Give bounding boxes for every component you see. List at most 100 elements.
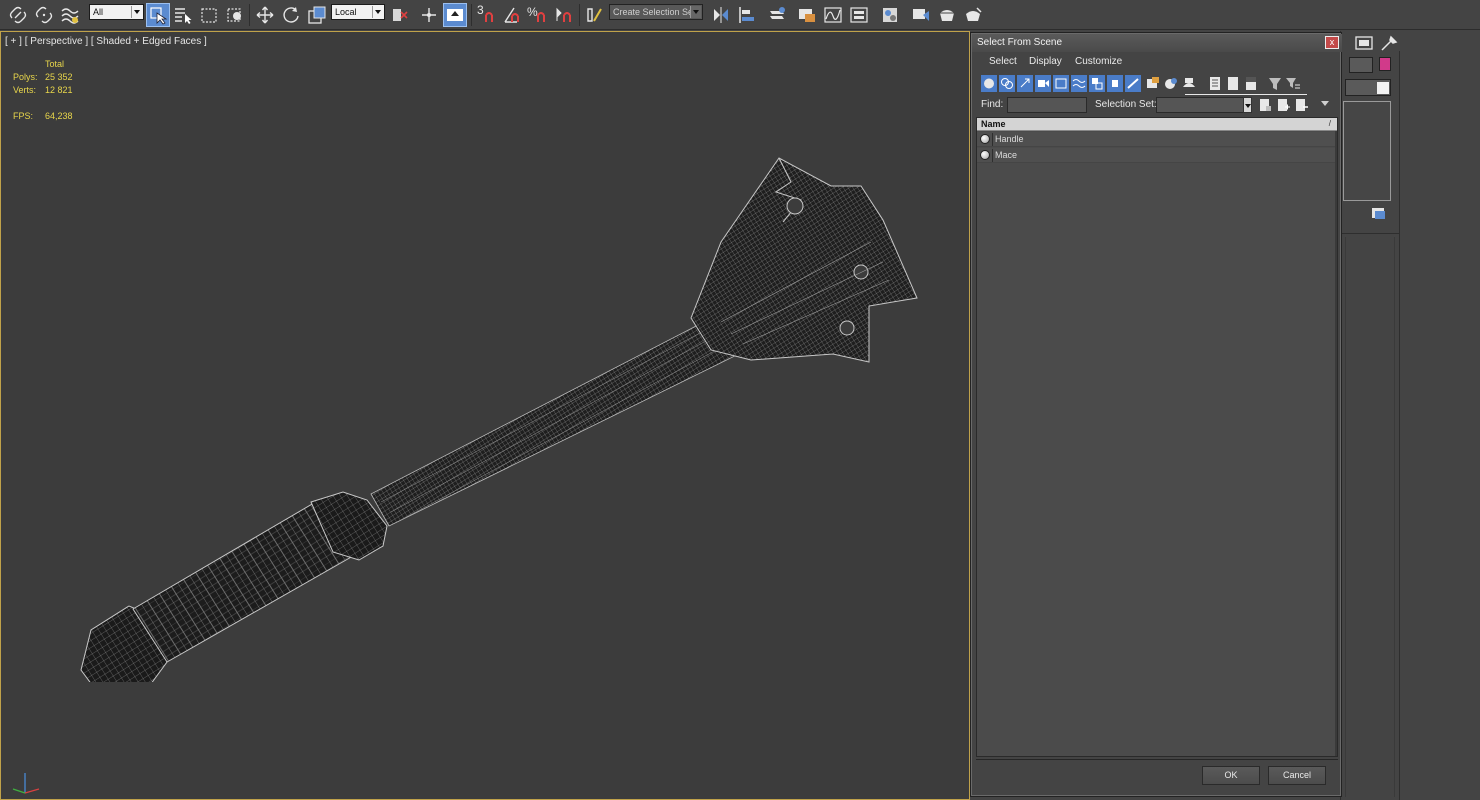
stats-polys-value: 25 352 [45, 72, 73, 82]
unlink-selection-icon[interactable] [32, 3, 56, 27]
list-item-label: Handle [995, 134, 1024, 144]
select-and-link-icon[interactable] [6, 3, 30, 27]
display-frozen-icon[interactable] [1163, 75, 1179, 92]
display-panel-icon[interactable] [1354, 34, 1376, 52]
display-cameras-icon[interactable] [1035, 75, 1051, 92]
percent-snap-toggle-icon[interactable]: % [526, 3, 550, 27]
list-scrollbar[interactable] [1335, 131, 1337, 756]
modifier-stack-box[interactable] [1343, 101, 1391, 201]
mirror-icon[interactable] [709, 3, 733, 27]
rendered-frame-window-icon[interactable] [935, 3, 959, 27]
toolbar-divider [249, 4, 250, 26]
utilities-panel-icon[interactable] [1379, 34, 1401, 52]
display-helpers-icon[interactable] [1053, 75, 1069, 92]
select-from-scene-dialog: Select From Scene x Select Display Custo… [970, 32, 1342, 797]
display-bones-icon[interactable] [1125, 75, 1141, 92]
menu-display[interactable]: Display [1029, 56, 1062, 67]
material-editor-icon[interactable] [879, 3, 903, 27]
add-to-selection-set-icon[interactable] [1275, 97, 1291, 114]
percent-snap-label: % [527, 5, 538, 19]
named-selection-set-dropdown[interactable]: Create Selection Se [609, 4, 703, 20]
list-column-header[interactable]: Name / [977, 118, 1337, 131]
display-invert-icon[interactable] [1243, 75, 1259, 92]
menu-customize[interactable]: Customize [1075, 56, 1122, 67]
display-lights-icon[interactable] [1017, 75, 1033, 92]
display-groups-icon[interactable] [1089, 75, 1105, 92]
remove-from-selection-set-icon[interactable] [1293, 97, 1309, 114]
align-icon[interactable] [735, 3, 759, 27]
stats-fps-label: FPS: [13, 111, 34, 121]
chevron-down-icon [131, 6, 142, 18]
viewport-label[interactable]: [ + ] [ Perspective ] [ Shaded + Edged F… [5, 36, 207, 47]
display-xrefs-icon[interactable] [1107, 75, 1123, 92]
ok-button[interactable]: OK [1202, 766, 1260, 785]
display-containers-icon[interactable] [1145, 75, 1161, 92]
cancel-button[interactable]: Cancel [1268, 766, 1326, 785]
stats-polys-label: Polys: [13, 72, 38, 82]
select-and-manipulate-icon[interactable] [417, 3, 441, 27]
configure-modifier-sets-icon[interactable] [1371, 207, 1387, 221]
toggle-scene-explorer-icon[interactable] [765, 3, 789, 27]
angle-snap-toggle-icon[interactable] [500, 3, 524, 27]
toolbar-divider [471, 4, 472, 26]
perspective-viewport[interactable]: [ + ] [ Perspective ] [ Shaded + Edged F… [0, 31, 970, 800]
snaps-toggle-icon[interactable]: 3 [475, 3, 499, 27]
sort-indicator-icon: / [1328, 119, 1331, 128]
list-item-mace[interactable]: Mace [977, 148, 1337, 163]
select-and-move-icon[interactable] [253, 3, 277, 27]
menu-select[interactable]: Select [989, 56, 1017, 67]
rectangular-selection-icon[interactable] [197, 3, 221, 27]
mace-shaft [370, 307, 752, 527]
display-hidden-icon[interactable] [1181, 75, 1197, 92]
close-icon[interactable]: x [1325, 36, 1339, 49]
list-item-handle[interactable]: Handle [977, 132, 1337, 147]
display-none-icon[interactable] [1225, 75, 1241, 92]
render-production-icon[interactable] [961, 3, 985, 27]
find-input[interactable] [1007, 97, 1087, 113]
column-header-name[interactable]: Name [981, 119, 1006, 129]
geometry-object-icon [980, 150, 990, 160]
selection-filter-value: All [93, 7, 104, 17]
select-and-rotate-icon[interactable] [279, 3, 303, 27]
expand-arrow-icon[interactable] [1321, 101, 1329, 106]
select-by-name-icon[interactable] [171, 3, 195, 27]
command-panel [1340, 31, 1480, 800]
stats-fps-value: 64,238 [45, 111, 73, 121]
edit-named-selection-sets-icon[interactable] [582, 3, 606, 27]
dialog-titlebar[interactable]: Select From Scene x [972, 34, 1342, 52]
toggle-layer-explorer-icon[interactable] [795, 3, 819, 27]
use-pivot-point-center-icon[interactable] [388, 3, 412, 27]
display-shapes-icon[interactable] [999, 75, 1015, 92]
filter-settings-icon[interactable] [1285, 75, 1301, 92]
filter-icon[interactable] [1267, 75, 1283, 92]
display-geometry-icon[interactable] [981, 75, 997, 92]
save-selection-set-icon[interactable] [1257, 97, 1273, 114]
coordinate-system-value: Local [335, 7, 357, 17]
window-crossing-icon[interactable] [223, 3, 247, 27]
display-all-icon[interactable] [1207, 75, 1223, 92]
render-setup-icon[interactable] [909, 3, 933, 27]
modifier-list-dropdown[interactable] [1345, 79, 1391, 96]
snap-dimension-label: 3 [477, 3, 484, 17]
display-space-warps-icon[interactable] [1071, 75, 1087, 92]
keyboard-shortcut-override-button[interactable] [443, 3, 467, 27]
spinner-snap-toggle-icon[interactable] [552, 3, 576, 27]
select-and-scale-icon[interactable] [305, 3, 329, 27]
selection-set-input[interactable] [1156, 97, 1248, 113]
stats-verts-value: 12 821 [45, 85, 73, 95]
find-row: Find: Selection Set: [977, 97, 1335, 113]
mace-model[interactable] [71, 122, 951, 682]
reference-coordinate-system-dropdown[interactable]: Local [331, 4, 385, 20]
curve-editor-icon[interactable] [821, 3, 845, 27]
scene-object-list[interactable]: Name / Handle Mace [976, 117, 1338, 757]
selection-filter-dropdown[interactable]: All [89, 4, 144, 20]
axis-gizmo-icon [12, 773, 40, 794]
object-color-swatch[interactable] [1379, 57, 1391, 71]
chevron-down-icon[interactable] [1243, 97, 1252, 113]
schematic-view-icon[interactable] [847, 3, 871, 27]
chevron-down-icon [690, 6, 701, 18]
row-separator [992, 133, 993, 146]
bind-to-space-warp-icon[interactable] [58, 3, 82, 27]
select-object-button[interactable] [146, 3, 170, 27]
object-name-field[interactable] [1349, 57, 1373, 73]
